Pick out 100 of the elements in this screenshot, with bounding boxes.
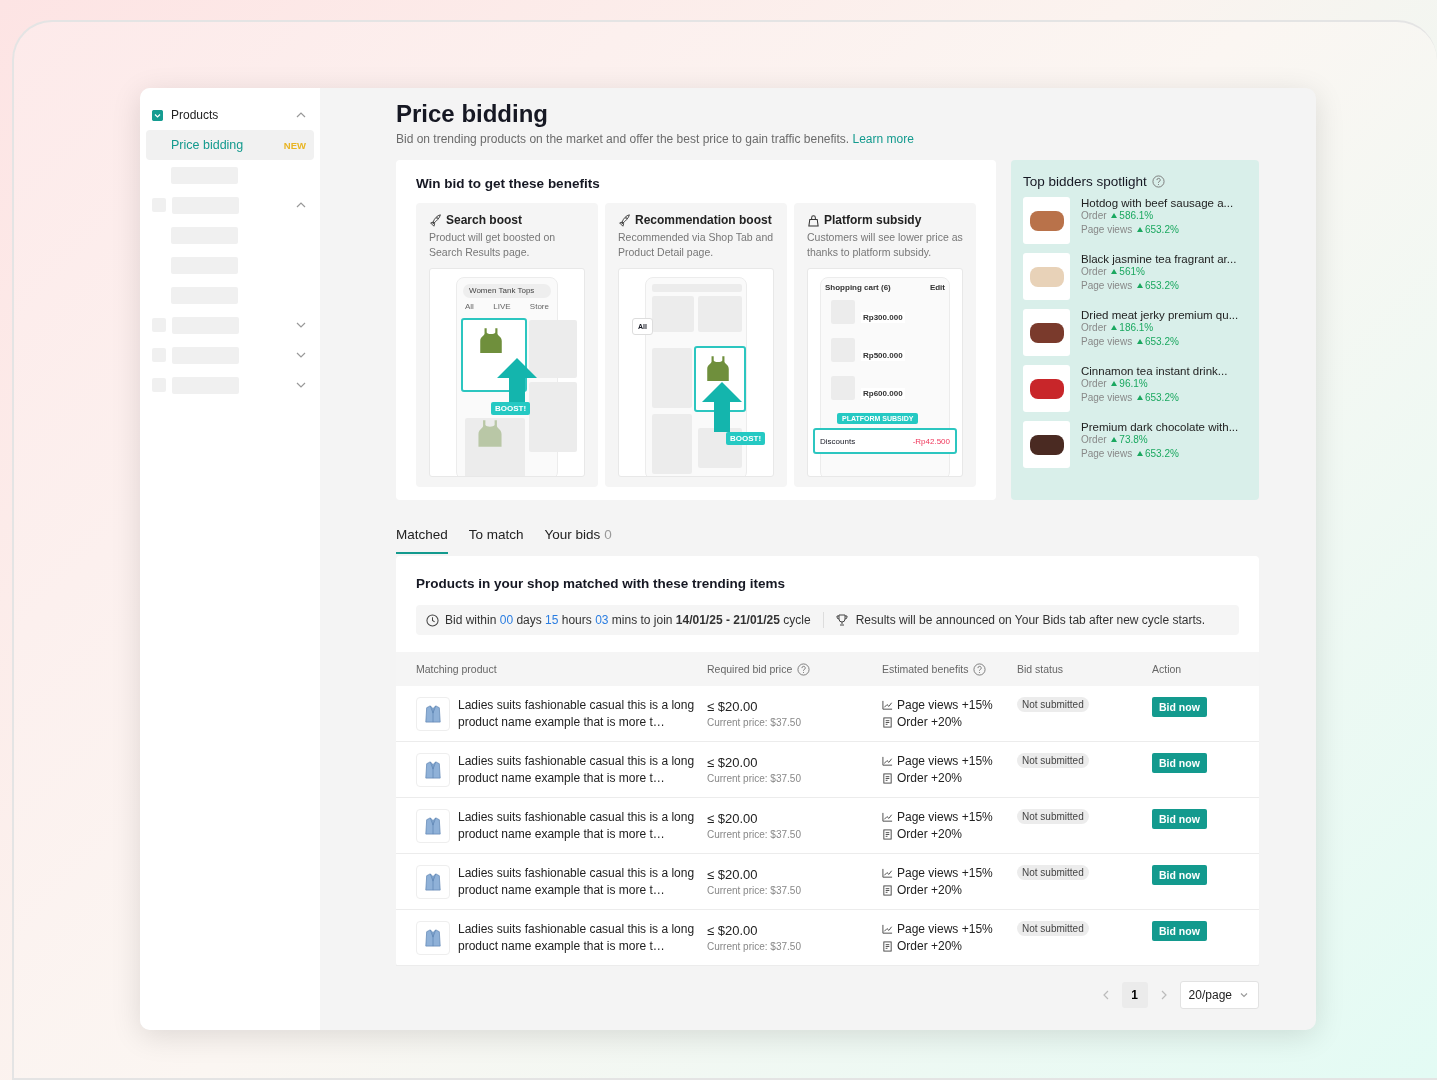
- order-growth: Order 186.1%: [1081, 321, 1155, 335]
- column-header: Bid status: [1017, 663, 1064, 675]
- bid-price: ≤ $20.00: [707, 699, 759, 714]
- cart-title: Shopping cart (6): [825, 283, 891, 292]
- up-arrow-icon: [702, 382, 742, 432]
- receipt-icon: [882, 828, 893, 840]
- receipt-icon: [882, 884, 893, 896]
- blazer-icon: [424, 926, 442, 949]
- product-name: Ladies suits fashionable casual this is a long product name example that is more t…: [458, 696, 696, 731]
- product-name: Premium dark chocolate with...: [1081, 421, 1239, 433]
- benefit-description: Customers will see lower price as thanks to platform subsidy.: [807, 230, 963, 260]
- up-triangle-icon: [1136, 227, 1143, 232]
- blazer-icon: [424, 870, 442, 893]
- benefit-text: Order +20%: [897, 883, 963, 897]
- current-price: Current price: $37.50: [707, 885, 802, 896]
- section-title: Products in your shop matched with these trending items: [416, 576, 787, 591]
- menu-item-label: Price bidding: [171, 138, 245, 152]
- order-growth: Order 73.8%: [1081, 433, 1149, 447]
- product-photo-placeholder: [1023, 309, 1070, 356]
- benefit-title: Search boost: [446, 213, 523, 227]
- benefit-description: Recommended via Shop Tab and Product Detail page.: [618, 230, 774, 260]
- benefit-text: Page views +15%: [897, 810, 993, 824]
- learn-more-link[interactable]: Learn more: [852, 132, 914, 146]
- menu-item[interactable]: Products: [171, 108, 296, 122]
- current-price: Current price: $37.50: [707, 829, 802, 840]
- tab-label: All: [465, 302, 474, 311]
- product-photo-placeholder: [1023, 365, 1070, 412]
- help-icon[interactable]: [797, 662, 811, 676]
- bid-now-button[interactable]: Bid now: [1152, 809, 1207, 829]
- order-growth: Order 586.1%: [1081, 209, 1155, 223]
- product-photo-placeholder: [1023, 197, 1070, 244]
- bid-now-button[interactable]: Bid now: [1152, 921, 1207, 941]
- page-size-dropdown[interactable]: 20/page: [1179, 981, 1259, 1009]
- page-views-growth: Page views 653.2%: [1081, 223, 1180, 237]
- up-triangle-icon: [1136, 339, 1143, 344]
- page-title: Price bidding: [396, 100, 549, 128]
- menu-item[interactable]: Price bidding NEW: [146, 130, 314, 160]
- chevron-down-icon[interactable]: [296, 322, 306, 328]
- column-header: Estimated benefits: [882, 663, 969, 675]
- chevron-down-icon[interactable]: [296, 382, 306, 388]
- up-triangle-icon: [1111, 325, 1118, 330]
- product-photo-placeholder: [1023, 253, 1070, 300]
- bid-price: ≤ $20.00: [707, 811, 759, 826]
- up-triangle-icon: [1111, 381, 1118, 386]
- column-header: Action: [1152, 663, 1182, 675]
- tank-top-icon: [704, 354, 732, 382]
- page-views-growth: Page views 653.2%: [1081, 279, 1180, 293]
- receipt-icon: [882, 716, 893, 728]
- products-icon: [152, 109, 163, 121]
- blazer-icon: [424, 758, 442, 781]
- spotlight-title: Top bidders spotlight: [1023, 174, 1147, 189]
- section-title: Win bid to get these benefits: [416, 176, 601, 191]
- page-subtitle: Bid on trending products on the market and offer the best price to gain traffic benefits. Learn more: [396, 132, 915, 146]
- column-header: Matching product: [416, 663, 497, 675]
- bid-price: ≤ $20.00: [707, 923, 759, 938]
- help-icon[interactable]: [973, 662, 987, 676]
- product-name: Black jasmine tea fragrant ar...: [1081, 253, 1237, 265]
- up-triangle-icon: [1136, 283, 1143, 288]
- up-triangle-icon: [1111, 213, 1118, 218]
- page-views-growth: Page views 653.2%: [1081, 391, 1180, 405]
- bid-now-button[interactable]: Bid now: [1152, 697, 1207, 717]
- tank-top-icon: [475, 418, 505, 448]
- bid-price: ≤ $20.00: [707, 867, 759, 882]
- tab[interactable]: Matched: [396, 524, 448, 554]
- blazer-icon: [424, 702, 442, 725]
- product-name: Cinnamon tea instant drink...: [1081, 365, 1228, 377]
- status-tag: Not submitted: [1017, 921, 1089, 936]
- tab[interactable]: To match: [468, 524, 524, 554]
- up-triangle-icon: [1136, 451, 1143, 456]
- current-price: Current price: $37.50: [707, 717, 802, 728]
- benefit-description: Product will get boosted on Search Results page.: [429, 230, 557, 260]
- benefit-text: Order +20%: [897, 939, 963, 953]
- current-price: Current price: $37.50: [707, 773, 802, 784]
- order-growth: Order 561%: [1081, 265, 1146, 279]
- product-tile-placeholder: [652, 296, 694, 332]
- chevron-up-icon[interactable]: [296, 112, 306, 118]
- line-chart-icon: [882, 755, 893, 767]
- bid-now-button[interactable]: Bid now: [1152, 865, 1207, 885]
- page-views-growth: Page views 653.2%: [1081, 447, 1180, 461]
- blazer-icon: [424, 814, 442, 837]
- up-triangle-icon: [1111, 437, 1118, 442]
- benefit-text: Page views +15%: [897, 754, 993, 768]
- product-photo-placeholder: [1023, 421, 1070, 468]
- line-chart-icon: [882, 699, 893, 711]
- discount-value: -Rp42.500: [912, 436, 950, 446]
- chevron-up-icon[interactable]: [296, 202, 306, 208]
- column-header: Required bid price: [707, 663, 793, 675]
- countdown-text: Bid within 00 days 15 hours 03 mins to join 14/01/25 - 21/01/25 cycle: [445, 613, 811, 627]
- boost-label: BOOST!: [491, 402, 531, 415]
- page-button[interactable]: 1: [1121, 982, 1148, 1008]
- help-icon[interactable]: [1151, 175, 1165, 188]
- up-triangle-icon: [1111, 269, 1118, 274]
- benefit-title: Platform subsidy: [824, 213, 922, 227]
- cart-item-price: Rp500.000: [861, 350, 905, 361]
- page-views-growth: Page views 653.2%: [1081, 335, 1180, 349]
- chevron-down-icon[interactable]: [296, 352, 306, 358]
- tab[interactable]: Your bids 0: [544, 524, 612, 554]
- cart-item-price: Rp300.000: [861, 312, 905, 323]
- product-name: Ladies suits fashionable casual this is a long product name example that is more t…: [458, 920, 696, 955]
- bid-now-button[interactable]: Bid now: [1152, 753, 1207, 773]
